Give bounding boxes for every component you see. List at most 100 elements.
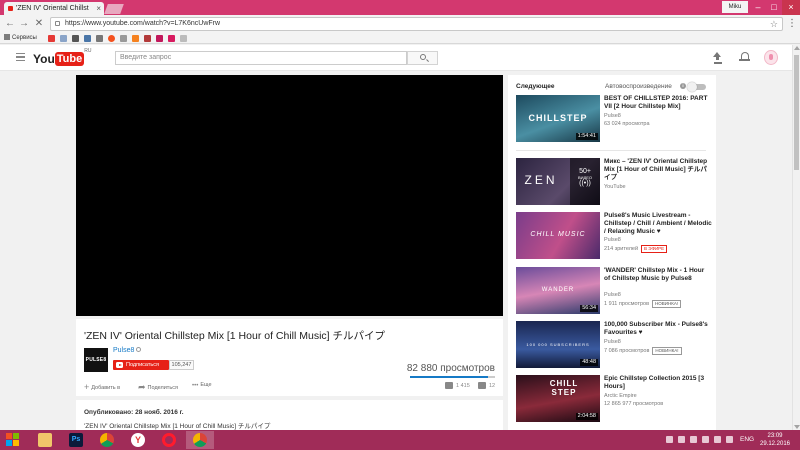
bookmark-font-icon[interactable]: [144, 35, 151, 42]
guide-menu-icon[interactable]: [16, 53, 25, 61]
browser-titlebar: 'ZEN IV' Oriental Chillst × Miku – □ ×: [0, 0, 800, 15]
taskbar-chrome[interactable]: [93, 431, 121, 449]
tray-app-icon[interactable]: [690, 436, 697, 443]
scroll-up-arrow-icon[interactable]: [794, 46, 800, 50]
maximize-button[interactable]: □: [766, 0, 782, 15]
tray-flag-icon[interactable]: [666, 436, 673, 443]
search-icon: [420, 54, 426, 60]
volume-icon[interactable]: [726, 436, 733, 443]
network-icon[interactable]: [714, 436, 721, 443]
new-badge: НОВИНКА!: [652, 347, 682, 355]
like-thumb-icon[interactable]: [445, 382, 453, 389]
system-clock[interactable]: 23:09 29.12.2016: [758, 432, 792, 448]
related-video-item[interactable]: WANDER 56:34 'WANDER' Chillstep Mix - 1 …: [516, 267, 714, 315]
video-player[interactable]: [76, 75, 503, 316]
windows-logo-tile: [6, 433, 12, 439]
account-avatar[interactable]: [764, 50, 778, 65]
taskbar-yandex[interactable]: Y: [124, 431, 152, 449]
related-video-item[interactable]: CHILLSTEP 1:54:41 BEST OF CHILLSTEP 2016…: [516, 95, 714, 143]
bookmarks-bar: Сервисы: [0, 33, 800, 44]
taskbar-explorer[interactable]: [31, 431, 59, 449]
language-indicator[interactable]: ENG: [740, 436, 754, 443]
video-title-link[interactable]: 100,000 Subscriber Mix - Pulse8's Favour…: [604, 321, 712, 337]
bookmark-tv-icon[interactable]: [72, 35, 79, 42]
video-thumbnail[interactable]: CHILL STEP 2:04:58: [516, 375, 600, 422]
bookmark-page-icon[interactable]: [120, 35, 127, 42]
back-icon[interactable]: ←: [4, 17, 16, 31]
video-thumbnail[interactable]: WANDER 56:34: [516, 267, 600, 314]
bookmark-mail-icon[interactable]: [60, 35, 67, 42]
taskbar-chrome-active[interactable]: [186, 431, 214, 449]
page-scrollbar[interactable]: [792, 45, 800, 430]
minimize-button[interactable]: –: [750, 0, 766, 15]
bookmark-k-icon[interactable]: [156, 35, 163, 42]
tray-app-icon[interactable]: [678, 436, 685, 443]
search-input[interactable]: Введите запрос: [115, 51, 407, 65]
youtube-logo[interactable]: You TubeRU: [33, 48, 92, 66]
like-count: 1 415: [456, 383, 470, 389]
bookmark-doc-icon[interactable]: [180, 35, 187, 42]
add-to-button[interactable]: + Добавить в: [84, 382, 120, 392]
verified-icon: [136, 347, 142, 352]
bookmark-ok-icon[interactable]: [132, 35, 139, 42]
apps-shortcut[interactable]: Сервисы: [4, 34, 37, 43]
stop-loading-icon[interactable]: ✕: [33, 17, 45, 31]
browser-toolbar: ← → ✕ https://www.youtube.com/watch?v=L7…: [0, 15, 800, 33]
video-title-link[interactable]: Epic Chillstep Collection 2015 [3 Hours]: [604, 375, 712, 391]
video-channel: YouTube: [604, 184, 626, 190]
scroll-thumb[interactable]: [794, 55, 799, 170]
video-title-link[interactable]: Pulse8's Music Livestream - Chillstep / …: [604, 212, 712, 236]
video-thumbnail[interactable]: ZEN 50+ ВИДЕО ((•)): [516, 158, 600, 205]
video-thumbnail[interactable]: CHILL MUSIC: [516, 212, 600, 259]
related-live-item[interactable]: CHILL MUSIC Pulse8's Music Livestream - …: [516, 212, 714, 260]
tray-app-icon[interactable]: [702, 436, 709, 443]
bookmark-star-icon[interactable]: ☆: [770, 18, 778, 30]
related-video-item[interactable]: CHILL STEP 2:04:58 Epic Chillstep Collec…: [516, 375, 714, 423]
channel-name-link[interactable]: Pulse8: [113, 347, 142, 354]
tab-close-icon[interactable]: ×: [96, 2, 101, 15]
windows-start-button[interactable]: [6, 433, 20, 447]
bookmark-yandex-icon[interactable]: [48, 35, 55, 42]
chrome-icon: [193, 433, 207, 447]
browser-tab[interactable]: 'ZEN IV' Oriental Chillst ×: [4, 2, 104, 15]
related-video-item[interactable]: 100 000 SUBSCRIBERS 48:48 100,000 Subscr…: [516, 321, 714, 369]
autoplay-toggle[interactable]: [687, 82, 706, 92]
more-icon: •••: [192, 383, 199, 389]
info-icon[interactable]: i: [680, 83, 686, 89]
video-duration: 56:34: [580, 305, 598, 312]
scroll-down-arrow-icon[interactable]: [794, 425, 800, 429]
forward-icon[interactable]: →: [18, 17, 30, 31]
channel-avatar[interactable]: PULSE8: [84, 348, 108, 372]
share-button[interactable]: ➦ Поделиться: [138, 382, 178, 393]
thumbnail-text: CHILL STEP: [549, 379, 579, 397]
search-button[interactable]: [407, 51, 438, 65]
address-bar[interactable]: https://www.youtube.com/watch?v=L7K6ncUw…: [50, 17, 783, 31]
bookmark-cloud-icon[interactable]: [96, 35, 103, 42]
subscribe-button[interactable]: Подписаться: [113, 360, 169, 370]
bookmark-mail-red-icon[interactable]: [168, 35, 175, 42]
related-mix-item[interactable]: ZEN 50+ ВИДЕО ((•)) Микс – 'ZEN IV' Orie…: [516, 158, 714, 206]
video-title-link[interactable]: Микс – 'ZEN IV' Oriental Chillstep Mix […: [604, 158, 712, 182]
bookmark-orange-icon[interactable]: [108, 35, 115, 42]
video-thumbnail[interactable]: 100 000 SUBSCRIBERS 48:48: [516, 321, 600, 368]
taskbar-opera[interactable]: [155, 431, 183, 449]
thumbnail-text: CHILL MUSIC: [530, 231, 586, 238]
add-icon: +: [84, 382, 90, 392]
close-window-button[interactable]: ×: [782, 0, 800, 15]
youtube-play-icon: [116, 362, 123, 368]
more-button[interactable]: ••• Еще: [192, 382, 212, 389]
video-thumbnail[interactable]: CHILLSTEP 1:54:41: [516, 95, 600, 142]
apps-grid-icon: [4, 34, 10, 40]
new-tab-button[interactable]: [104, 4, 124, 14]
video-channel: Pulse8: [604, 292, 621, 298]
taskbar-photoshop[interactable]: Ps: [62, 431, 90, 449]
video-title-link[interactable]: 'WANDER' Chillstep Mix - 1 Hour of Chill…: [604, 267, 712, 291]
profile-chip[interactable]: Miku: [722, 1, 748, 13]
browser-menu-icon[interactable]: ⋮: [787, 17, 797, 31]
bookmark-vk-icon[interactable]: [84, 35, 91, 42]
dislike-thumb-icon[interactable]: [478, 382, 486, 389]
video-info-card: 'ZEN IV' Oriental Chillstep Mix [1 Hour …: [76, 319, 503, 396]
mix-overlay: 50+ ВИДЕО ((•)): [570, 158, 600, 205]
logo-region: RU: [84, 48, 92, 54]
notifications-bell-icon[interactable]: [739, 52, 750, 61]
